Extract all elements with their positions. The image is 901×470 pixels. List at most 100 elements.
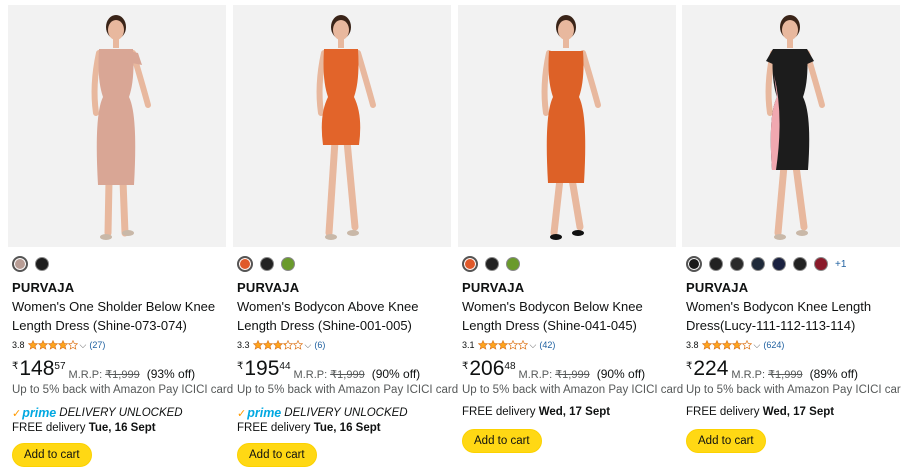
mrp-value: ₹1,999 <box>330 369 365 381</box>
rating-row[interactable]: 3.1 ⌵ (42) <box>462 339 555 351</box>
product-brand: PURVAJA <box>462 280 525 295</box>
add-to-cart-button[interactable]: Add to cart <box>237 443 317 467</box>
product-image[interactable] <box>682 5 900 247</box>
color-swatch[interactable] <box>281 257 295 271</box>
product-brand: PURVAJA <box>12 280 75 295</box>
delivery-info: FREE delivery Wed, 17 Sept <box>462 406 610 418</box>
color-swatch[interactable] <box>709 257 723 271</box>
left-arm <box>316 50 327 116</box>
discount: (93% off) <box>146 367 196 381</box>
price-currency: ₹ <box>462 361 469 372</box>
product-title[interactable]: Women's Bodycon Above Knee Length Dress … <box>237 297 453 335</box>
color-swatch[interactable] <box>506 257 520 271</box>
mrp: M.R.P: ₹1,999 <box>519 368 590 381</box>
shoe <box>550 234 562 240</box>
star-icon <box>27 340 38 350</box>
mrp-value: ₹1,999 <box>768 369 803 381</box>
prime-logo: prime <box>247 406 282 420</box>
left-arm <box>91 50 102 116</box>
neck-shape <box>563 38 569 48</box>
mrp-value: ₹1,999 <box>105 369 140 381</box>
product-title[interactable]: Women's One Sholder Below Knee Length Dr… <box>12 297 228 335</box>
chevron-down-icon[interactable]: ⌵ <box>305 340 312 351</box>
head-shape <box>333 20 349 40</box>
left-leg <box>550 175 564 237</box>
color-swatch[interactable] <box>793 257 807 271</box>
review-count-link[interactable]: (27) <box>89 340 105 350</box>
prime-check-icon: ✓ <box>237 407 247 420</box>
price-row: ₹ 148 57 M.R.P: ₹1,999 (93% off) <box>12 358 195 382</box>
color-swatch[interactable] <box>485 257 499 271</box>
product-title[interactable]: Women's Bodycon Below Knee Length Dress … <box>462 297 678 335</box>
review-count-link[interactable]: (42) <box>539 340 555 350</box>
product-image[interactable] <box>458 5 676 247</box>
product-card: +1 PURVAJA Women's Bodycon Knee Length D… <box>682 0 901 470</box>
discount: (89% off) <box>809 367 859 381</box>
star-icon <box>47 340 58 350</box>
prime-delivery-text: DELIVERY UNLOCKED <box>59 407 183 419</box>
chevron-down-icon[interactable]: ⌵ <box>754 340 761 351</box>
add-to-cart-button[interactable]: Add to cart <box>686 429 766 453</box>
star-icon <box>701 340 712 350</box>
color-swatch[interactable] <box>814 257 828 271</box>
color-swatch[interactable] <box>772 257 786 271</box>
rating-row[interactable]: 3.8 ⌵ (27) <box>12 339 105 351</box>
color-swatch[interactable] <box>260 257 274 271</box>
product-title[interactable]: Women's Bodycon Knee Length Dress(Lucy-1… <box>686 297 901 335</box>
chevron-down-icon[interactable]: ⌵ <box>530 340 537 351</box>
product-brand: PURVAJA <box>686 280 749 295</box>
right-leg <box>119 177 129 237</box>
head-shape <box>782 20 798 40</box>
left-leg <box>325 137 339 237</box>
rating-row[interactable]: 3.3 ⌵ (6) <box>237 339 325 351</box>
head-shape <box>558 20 574 40</box>
star-icon <box>741 340 752 350</box>
color-swatches: +1 <box>686 256 846 272</box>
color-swatches <box>12 256 49 272</box>
prime-check-icon: ✓ <box>12 407 22 420</box>
mrp: M.R.P: ₹1,999 <box>69 368 140 381</box>
star-icon <box>252 340 263 350</box>
price-whole: 195 <box>244 357 280 380</box>
more-colors-link[interactable]: +1 <box>835 259 846 270</box>
chevron-down-icon[interactable]: ⌵ <box>80 340 87 351</box>
right-leg <box>343 137 359 231</box>
rating-row[interactable]: 3.8 ⌵ (624) <box>686 339 784 351</box>
color-swatch[interactable] <box>751 257 765 271</box>
shoe <box>347 230 359 236</box>
model-photo <box>91 15 151 240</box>
delivery-date: Wed, 17 Sept <box>538 406 611 418</box>
right-leg <box>792 162 808 231</box>
product-image[interactable] <box>233 5 451 247</box>
price-currency: ₹ <box>686 361 693 372</box>
color-swatch[interactable] <box>730 257 744 271</box>
add-to-cart-button[interactable]: Add to cart <box>462 429 542 453</box>
color-swatch[interactable] <box>686 256 702 272</box>
shoe <box>325 234 337 240</box>
review-count-link[interactable]: (624) <box>763 340 784 350</box>
price-fraction: 57 <box>54 361 66 372</box>
mrp: M.R.P: ₹1,999 <box>294 368 365 381</box>
right-arm <box>580 50 601 108</box>
color-swatch[interactable] <box>237 256 253 272</box>
review-count-link[interactable]: (6) <box>314 340 325 350</box>
star-rating <box>701 340 752 350</box>
left-arm <box>541 50 552 116</box>
cashback-offer: Up to 5% back with Amazon Pay ICICI card <box>12 384 234 396</box>
product-image[interactable] <box>8 5 226 247</box>
shoe <box>774 234 786 240</box>
color-swatch[interactable] <box>12 256 28 272</box>
rating-value: 3.3 <box>237 340 250 350</box>
neck-shape <box>113 38 119 48</box>
mrp-label: M.R.P: <box>68 369 103 381</box>
color-swatches <box>237 256 295 272</box>
prime-delivery-text: DELIVERY UNLOCKED <box>284 407 408 419</box>
product-card: PURVAJA Women's Bodycon Above Knee Lengt… <box>233 0 458 470</box>
rating-value: 3.8 <box>686 340 699 350</box>
color-swatch[interactable] <box>35 257 49 271</box>
color-swatch[interactable] <box>462 256 478 272</box>
mrp-label: M.R.P: <box>731 369 766 381</box>
add-to-cart-button[interactable]: Add to cart <box>12 443 92 467</box>
star-icon <box>57 340 68 350</box>
star-icon <box>292 340 303 350</box>
